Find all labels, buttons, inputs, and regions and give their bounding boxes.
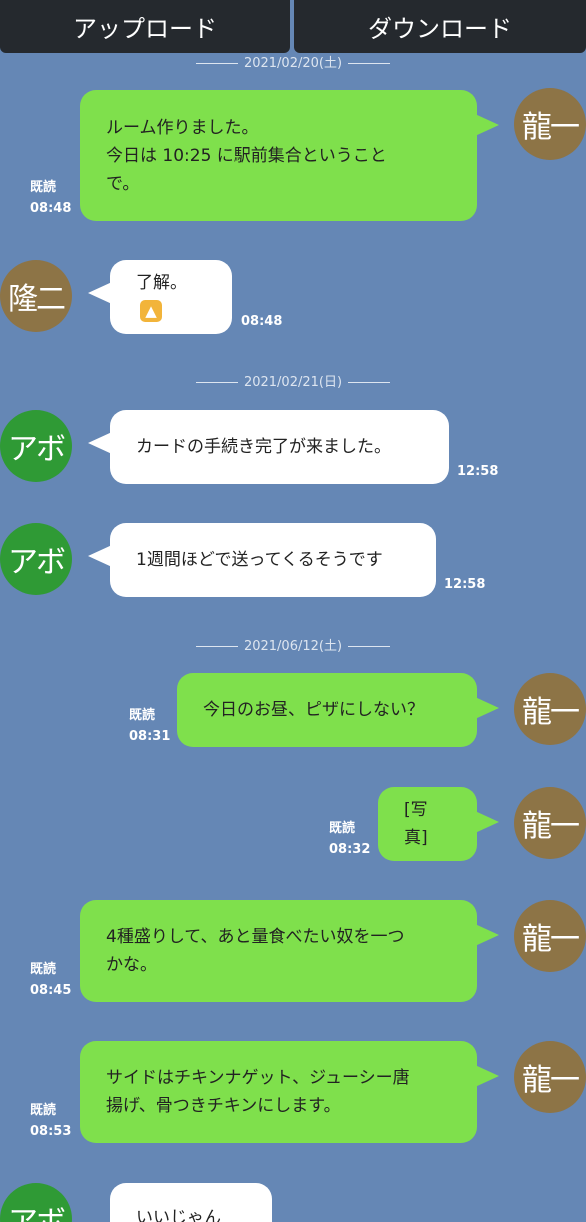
message-bubble[interactable]: いいじゃん	[110, 1183, 272, 1222]
message-time: 08:53	[30, 1124, 72, 1139]
message-time: 08:32	[329, 842, 371, 857]
read-receipt: 既読 08:45	[30, 959, 71, 1001]
message-text: 了解。 ▲	[136, 269, 206, 325]
avatar[interactable]: 龍一	[514, 1041, 586, 1113]
date-label: 2021/06/12(土)	[243, 639, 343, 654]
message-time: 08:31	[129, 729, 171, 744]
read-label: 既読	[30, 1103, 57, 1118]
thumbs-up-icon: ▲	[140, 300, 162, 322]
read-receipt: 既読 08:53	[30, 1100, 71, 1142]
read-label: 既読	[30, 180, 57, 195]
message-text-line: かな。	[106, 955, 157, 975]
date-label: 2021/02/20(土)	[243, 56, 343, 71]
avatar[interactable]: 龍一	[514, 787, 586, 859]
message-bubble[interactable]: 1週間ほどで送ってくるそうです	[88, 523, 436, 597]
message-text-line: 4種盛りして、あと量食べたい奴を一つ	[106, 927, 405, 947]
avatar[interactable]: アボ	[0, 523, 72, 595]
avatar[interactable]: 龍一	[514, 88, 586, 160]
read-label: 既読	[329, 821, 356, 836]
message-bubble[interactable]: 今日のお昼、ピザにしない？	[177, 673, 499, 747]
message-time: 08:48	[30, 201, 72, 216]
message-text-content: 了解。	[136, 273, 187, 293]
date-label: 2021/02/21(日)	[243, 375, 343, 390]
avatar[interactable]: アボ	[0, 410, 72, 482]
message-time: 12:58	[457, 464, 499, 479]
message-text-line: 今日は 10:25 に駅前集合ということ	[106, 145, 387, 166]
read-receipt: 既読 08:32	[329, 818, 370, 860]
tab-bar: アップロード ダウンロード	[0, 0, 586, 53]
message-bubble[interactable]: [写真]	[378, 787, 499, 861]
message-text-line: サイドはチキンナゲット、ジューシー唐	[106, 1068, 410, 1088]
message-text-line: ルーム作りました。	[106, 117, 259, 138]
message-text: いいじゃん	[136, 1208, 221, 1222]
message-text: 1週間ほどで送ってくるそうです	[136, 550, 383, 570]
message-time: 08:48	[241, 314, 283, 329]
read-label: 既読	[129, 708, 156, 723]
upload-tab[interactable]: アップロード	[0, 0, 290, 53]
message-text-line: で。	[106, 173, 140, 194]
message-bubble[interactable]: ルーム作りました。 今日は 10:25 に駅前集合ということ で。	[80, 90, 499, 221]
read-label: 既読	[30, 962, 57, 977]
message-bubble[interactable]: カードの手続き完了が来ました。	[88, 410, 449, 484]
avatar[interactable]: 龍一	[514, 900, 586, 972]
read-receipt: 既読 08:48	[30, 177, 71, 219]
date-separator: 2021/02/21(日)	[0, 373, 586, 393]
message-bubble[interactable]: 了解。 ▲	[88, 260, 232, 334]
message-bubble[interactable]: サイドはチキンナゲット、ジューシー唐 揚げ、骨つきチキンにします。	[80, 1041, 499, 1143]
date-separator: 2021/02/20(土)	[0, 54, 586, 74]
message-bubble[interactable]: 4種盛りして、あと量食べたい奴を一つ かな。	[80, 900, 499, 1002]
avatar[interactable]: アボ	[0, 1183, 72, 1222]
download-tab[interactable]: ダウンロード	[294, 0, 586, 53]
message-text: カードの手続き完了が来ました。	[136, 437, 391, 457]
message-text-line: 揚げ、骨つきチキンにします。	[106, 1096, 341, 1116]
date-separator: 2021/06/12(土)	[0, 637, 586, 657]
message-time: 08:45	[30, 983, 72, 998]
message-text: 今日のお昼、ピザにしない？	[203, 700, 424, 720]
message-text: [写真]	[404, 800, 428, 848]
avatar[interactable]: 隆二	[0, 260, 72, 332]
avatar[interactable]: 龍一	[514, 673, 586, 745]
read-receipt: 既読 08:31	[129, 705, 170, 747]
message-time: 12:58	[444, 577, 486, 592]
